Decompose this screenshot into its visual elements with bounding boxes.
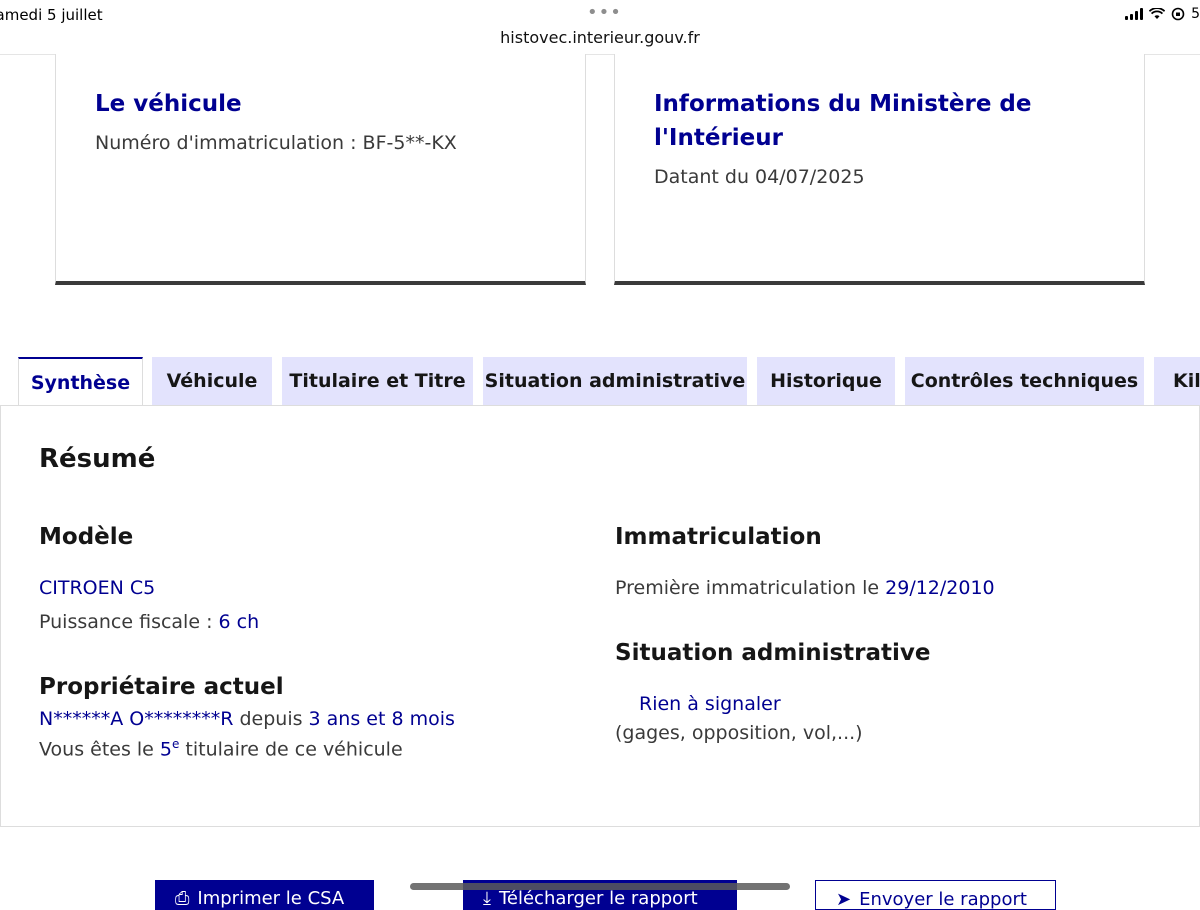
admin-detail: (gages, opposition, vol,...) xyxy=(615,722,863,744)
fiscal-power-label: Puissance fiscale : xyxy=(39,611,219,633)
fiscal-power: Puissance fiscale : 6 ch xyxy=(39,611,259,633)
wifi-icon xyxy=(1149,8,1166,19)
battery-percent: 5 xyxy=(1191,6,1200,22)
owner-rank: Vous êtes le 5e titulaire de ce véhicule xyxy=(39,737,403,760)
browser-status-bar: Samedi 5 juillet ••• histovec.interieur.… xyxy=(0,0,1200,55)
synthese-panel: Résumé Modèle CITROEN C5 Puissance fisca… xyxy=(0,405,1200,827)
registration-heading: Immatriculation xyxy=(615,524,822,550)
status-icons: 5 xyxy=(1125,6,1200,22)
print-csa-button[interactable]: ⎙ Imprimer le CSA xyxy=(155,880,374,910)
status-date: Samedi 5 juillet xyxy=(0,6,103,24)
model-heading: Modèle xyxy=(39,524,134,550)
tab-historique[interactable]: Historique xyxy=(757,357,895,405)
ministry-card-title: Informations du Ministère de l'Intérieur xyxy=(654,91,1032,151)
download-report-label: Télécharger le rapport xyxy=(498,888,698,909)
fiscal-power-value: 6 ch xyxy=(218,611,260,633)
admin-status: Rien à signaler xyxy=(639,693,781,715)
print-csa-label: Imprimer le CSA xyxy=(197,888,345,909)
model-name: CITROEN C5 xyxy=(39,577,156,599)
vehicle-card: Le véhicule Numéro d'immatriculation : B… xyxy=(55,54,586,285)
tab-list: Synthèse Véhicule Titulaire et Titre Sit… xyxy=(0,357,1200,406)
admin-heading: Situation administrative xyxy=(615,640,931,666)
owner-name: N******A O********R xyxy=(39,708,234,730)
owner-rank-rest: titulaire de ce véhicule xyxy=(179,738,403,761)
send-report-button[interactable]: ➤ Envoyer le rapport xyxy=(815,880,1056,910)
address-bar-url[interactable]: histovec.interieur.gouv.fr xyxy=(0,28,1200,47)
ministry-card: Informations du Ministère de l'Intérieur… xyxy=(614,54,1145,285)
tab-situation-administrative[interactable]: Situation administrative xyxy=(483,357,747,405)
tab-controles-techniques[interactable]: Contrôles techniques xyxy=(905,357,1144,405)
tab-titulaire[interactable]: Titulaire et Titre xyxy=(282,357,473,405)
tab-kilometrage[interactable]: Kilométrage xyxy=(1154,357,1200,405)
download-icon: ⤓ xyxy=(483,888,491,909)
tab-vehicule[interactable]: Véhicule xyxy=(152,357,272,405)
owner-heading: Propriétaire actuel xyxy=(39,674,284,700)
owner-line: N******A O********R depuis 3 ans et 8 mo… xyxy=(39,708,455,730)
owner-rank-number: 5 xyxy=(159,738,172,761)
owner-since-label: depuis xyxy=(233,708,309,730)
first-registration-label: Première immatriculation le xyxy=(615,577,886,599)
first-registration: Première immatriculation le 29/12/2010 xyxy=(615,577,995,599)
vehicle-card-title: Le véhicule xyxy=(95,91,242,117)
summary-heading: Résumé xyxy=(39,444,156,474)
orientation-lock-icon xyxy=(1171,7,1185,21)
print-icon: ⎙ xyxy=(175,888,190,909)
plate-number: Numéro d'immatriculation : BF-5**-KX xyxy=(95,132,457,154)
tab-synthese[interactable]: Synthèse xyxy=(18,357,143,406)
data-date: Datant du 04/07/2025 xyxy=(654,166,865,188)
first-registration-date: 29/12/2010 xyxy=(885,577,995,599)
signal-icon xyxy=(1125,8,1144,20)
owner-since-value: 3 ans et 8 mois xyxy=(308,708,455,730)
home-indicator[interactable] xyxy=(410,883,790,890)
owner-rank-prefix: Vous êtes le xyxy=(39,738,160,761)
more-dots-icon[interactable]: ••• xyxy=(587,2,622,23)
